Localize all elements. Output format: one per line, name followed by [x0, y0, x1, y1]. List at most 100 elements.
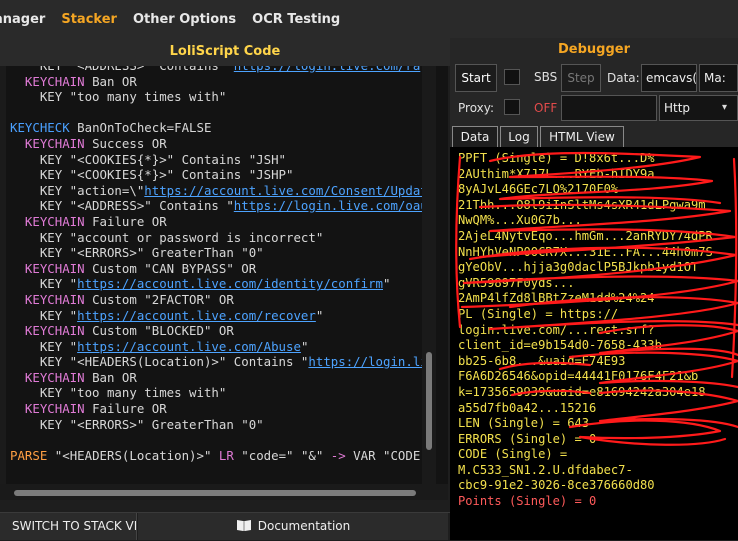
code-token: KEYCHECK — [10, 120, 70, 136]
code-link[interactable]: https://account.live.com/identity/confir… — [77, 276, 383, 291]
output-line: NnHYhVeNP0OCR7X...31E..FA...44h0m7S — [458, 244, 713, 259]
editor-gutter — [0, 66, 6, 484]
code-line: KEY "<ADDRESS>" Contains "https://login.… — [10, 66, 426, 74]
proxy-input[interactable] — [561, 95, 657, 121]
output-line: 2AjeL4NytvEqo...hmGm...2anRYDY74dPR — [458, 228, 713, 243]
output-line: LEN (Single) = 643 — [458, 416, 590, 431]
code-token: KEY "action=\" — [10, 182, 145, 198]
code-token: KEY "account or password is incorrect" — [10, 229, 324, 245]
menu-item-manager[interactable]: anager — [0, 12, 45, 27]
code-token: Custom "BLOCKED" OR — [84, 323, 234, 339]
switch-to-stack-view-button[interactable]: SWITCH TO STACK VIE — [0, 513, 137, 540]
output-line: M.C533_SN1.2.U.dfdabec7- — [458, 462, 633, 477]
output-line: a55d7fb0a42...15216 — [458, 400, 597, 415]
code-token: KEYCHAIN — [24, 73, 85, 89]
code-line: KEY "too many times with" — [10, 385, 426, 401]
output-line: gYeObV...hjja3g0daclP5BJkpb1yd1OT — [458, 260, 699, 275]
step-button[interactable]: Step — [561, 64, 601, 92]
code-token: KEYCHAIN — [24, 260, 85, 276]
code-editor[interactable]: KEY "<ADDRESS>" Contains "https://login.… — [0, 66, 448, 484]
editor-vscroll-thumb[interactable] — [426, 352, 432, 450]
code-token: KEY "<COOKIES{*}>" Contains "JSHP" — [10, 167, 294, 183]
output-line: cbc9-91e2-3026-8ce376660d80 — [458, 478, 655, 493]
code-line: KEY "action=\"https://account.live.com/C… — [10, 182, 428, 199]
output-line: client_id=e9b154d0-7658-433b- — [458, 338, 670, 353]
output-line: 2AUthim*X7J7L...BYEb-hIDY9a — [458, 166, 655, 181]
tab-data[interactable]: Data — [452, 126, 498, 148]
start-button[interactable]: Start — [455, 64, 497, 92]
code-token: BanOnToCheck=FALSE — [69, 120, 212, 136]
code-token: LR — [218, 447, 234, 463]
code-token: Custom "2FACTOR" OR — [84, 291, 234, 307]
code-token: " — [383, 276, 391, 292]
code-token: " — [300, 338, 309, 354]
output-line: NwQM%...Xu0G7b... — [458, 213, 582, 228]
proxy-type-select[interactable]: Http ▾ — [659, 95, 738, 121]
code-token: -> — [330, 447, 346, 463]
code-link[interactable]: https://account.live.com/Consent/Updat — [144, 183, 427, 198]
sbs-label: SBS — [534, 70, 558, 84]
code-line: KEYCHAIN Custom "2FACTOR" OR — [10, 292, 426, 308]
tab-log[interactable]: Log — [500, 126, 538, 148]
output-text: PPFT (Single) = D!8x6t...D% 2AUthim*X7J7L… — [458, 151, 736, 510]
code-line: KEY "<ERRORS>" GreaterThan "0" — [10, 417, 426, 433]
output-line: PL (Single) = https:// — [458, 306, 619, 321]
menu-item-stacker[interactable]: Stacker — [61, 12, 117, 27]
output-line: CODE (Single) = — [458, 447, 568, 462]
proxy-type-value: Http — [664, 101, 691, 115]
code-token: KEYCHAIN — [24, 323, 85, 339]
documentation-button[interactable]: Documentation — [138, 513, 448, 540]
ma-select[interactable]: Ma: — [699, 64, 738, 92]
code-token: KEY "too many times with" — [10, 385, 227, 401]
code-token: Ban OR — [84, 369, 137, 385]
code-line: KEY "too many times with" — [10, 89, 426, 105]
code-line: PARSE "<HEADERS(Location)>" LR "code=" "… — [10, 447, 428, 464]
code-link[interactable]: https://account.live.com/recover — [77, 308, 316, 323]
debugger-output[interactable]: PPFT (Single) = D!8x6t...D% 2AUthim*X7J7L… — [450, 147, 738, 540]
code-token: KEY "<HEADERS(Location)>" Contains " — [10, 354, 309, 370]
code-text[interactable]: KEY "<ADDRESS>" Contains "https://login.… — [10, 66, 428, 464]
menu-item-ocr-testing[interactable]: OCR Testing — [252, 12, 340, 27]
code-line: KEYCHAIN Failure OR — [10, 214, 426, 230]
editor-hscroll-thumb[interactable] — [14, 490, 416, 496]
code-token: "<HEADERS(Location)>" — [47, 447, 219, 463]
output-line: k=1735659939&uaid=e81694242a304e18 — [458, 384, 706, 399]
code-token: KEYCHAIN — [24, 401, 85, 417]
code-link[interactable]: https://login.live.com/ra — [234, 66, 421, 73]
proxy-off-label: OFF — [534, 101, 558, 115]
menu-bar: anager Stacker Other Options OCR Testing — [0, 0, 738, 38]
sbs-checkbox[interactable] — [504, 69, 520, 85]
switch-label: SWITCH TO STACK VIE — [12, 519, 137, 533]
code-token: Ban OR — [84, 73, 137, 89]
code-token: Failure OR — [84, 401, 167, 417]
code-line: KEYCHAIN Failure OR — [10, 401, 426, 417]
code-link[interactable]: https://login.live.com/oau — [234, 198, 428, 213]
code-token: KEYCHAIN — [24, 213, 85, 229]
code-token: KEY "<ADDRESS>" Contains " — [10, 66, 234, 73]
proxy-checkbox[interactable] — [504, 99, 520, 115]
code-line: KEY "https://account.live.com/recover" — [10, 308, 426, 324]
code-line: KEYCHAIN Custom "CAN BYPASS" OR — [10, 261, 426, 277]
code-line: KEYCHAIN Ban OR — [10, 370, 426, 386]
code-token: KEY " — [10, 307, 78, 323]
code-link[interactable]: https://login.li — [308, 354, 427, 369]
code-link[interactable]: https://account.live.com/Abuse — [77, 339, 301, 354]
tab-html-view[interactable]: HTML View — [540, 126, 624, 148]
code-token: VAR "CODE" — [345, 447, 428, 463]
data-input[interactable]: emcavs( — [641, 64, 697, 92]
code-token: KEY " — [10, 338, 78, 354]
output-line: 21Thh...O8l9iInSltMs4sXR41dLPgwa9m — [458, 197, 706, 212]
output-line: gVR59897F0yds... — [458, 275, 575, 290]
code-line: KEYCHAIN Ban OR — [10, 74, 426, 90]
output-line: Points (Single) = 0 — [458, 494, 597, 509]
code-line: KEYCHAIN Custom "BLOCKED" OR — [10, 323, 426, 339]
menu-item-other-options[interactable]: Other Options — [133, 12, 236, 27]
output-line: 2AmP4lfZd8lBBtZzeM1dd%24%24 — [458, 291, 655, 306]
